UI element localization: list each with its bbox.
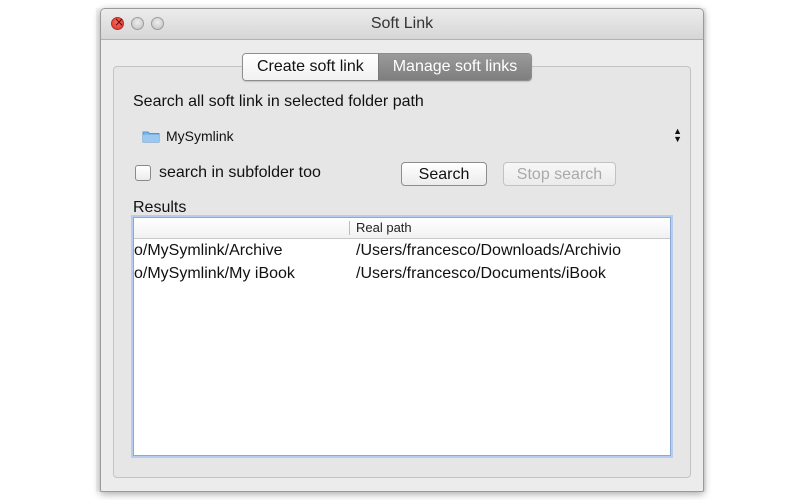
subfolder-checkbox-label[interactable]: search in subfolder too xyxy=(159,164,321,182)
tab-create-soft-link[interactable]: Create soft link xyxy=(243,54,378,80)
real-path-cell: /Users/francesco/Documents/iBook xyxy=(356,265,606,282)
results-table[interactable]: Real path o/MySymlink/Archive /Users/fra… xyxy=(133,217,671,456)
popup-stepper-icon: ▲ ▼ xyxy=(673,126,682,144)
subfolder-option: search in subfolder too xyxy=(135,164,321,182)
symlink-path-cell: o/MySymlink/My iBook xyxy=(134,265,295,282)
column-divider[interactable] xyxy=(349,221,350,235)
search-prompt-label: Search all soft link in selected folder … xyxy=(133,93,424,110)
folder-path-popup[interactable]: MySymlink ▲ ▼ xyxy=(142,125,682,147)
results-label: Results xyxy=(133,199,187,216)
title-bar: Soft Link xyxy=(101,9,703,40)
soft-link-window: Soft Link Create soft link Manage soft l… xyxy=(100,8,704,492)
results-table-header: Real path xyxy=(134,218,670,239)
symlink-path-cell: o/MySymlink/Archive xyxy=(134,242,283,259)
table-row[interactable]: o/MySymlink/My iBook /Users/francesco/Do… xyxy=(134,262,670,285)
folder-name: MySymlink xyxy=(166,128,234,144)
folder-icon xyxy=(142,130,160,143)
stop-search-button: Stop search xyxy=(503,162,616,186)
tab-manage-soft-links[interactable]: Manage soft links xyxy=(377,54,532,80)
segmented-tabs: Create soft link Manage soft links xyxy=(242,53,533,81)
window-title: Soft Link xyxy=(370,15,434,32)
column-header-real-path[interactable]: Real path xyxy=(356,220,412,235)
table-row[interactable]: o/MySymlink/Archive /Users/francesco/Dow… xyxy=(134,239,670,262)
subfolder-checkbox[interactable] xyxy=(135,165,151,181)
real-path-cell: /Users/francesco/Downloads/Archivio xyxy=(356,242,621,259)
search-button[interactable]: Search xyxy=(401,162,487,186)
